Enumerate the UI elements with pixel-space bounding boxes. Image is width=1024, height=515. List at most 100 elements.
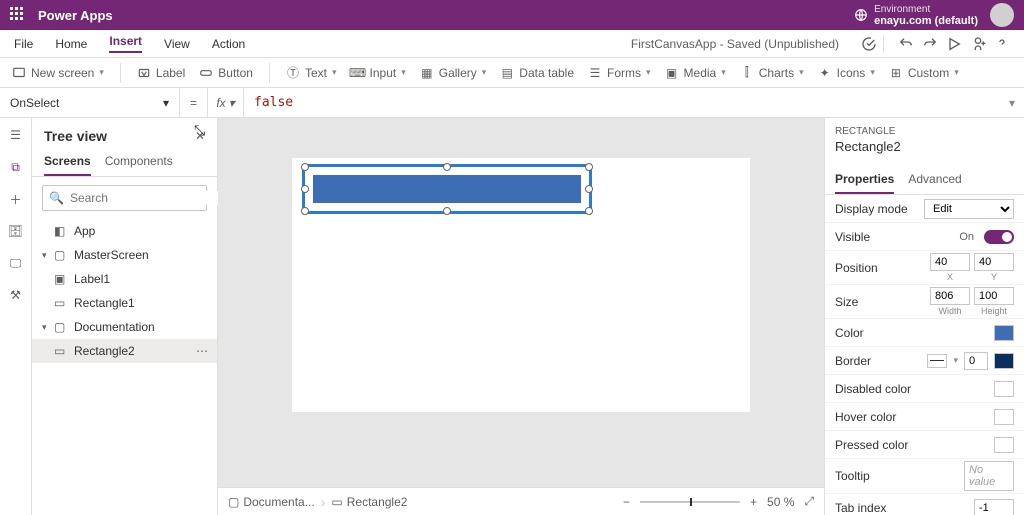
charts-icon: ⫿ (740, 66, 754, 80)
advanced-tools-icon[interactable]: ⚒ (7, 286, 25, 304)
input-icon: ⌨ (351, 66, 365, 80)
data-pane-icon[interactable]: 🗄 (7, 222, 25, 240)
play-icon[interactable] (946, 36, 962, 52)
zoom-level: 50 % (767, 495, 794, 509)
chevron-down-icon: ▾ (163, 96, 169, 110)
formula-bar: OnSelect ▾ = fx▾ false ▾ (0, 88, 1024, 118)
app-checker-icon[interactable] (861, 36, 877, 52)
menu-insert[interactable]: Insert (109, 34, 142, 53)
rectangle-icon: ▭ (54, 344, 68, 358)
zoom-in-button[interactable]: + (750, 495, 757, 509)
breadcrumb-screen[interactable]: ▢Documenta... (228, 495, 315, 509)
app-launcher-icon[interactable] (10, 7, 26, 23)
tab-properties[interactable]: Properties (835, 166, 894, 194)
tree-node-rectangle2[interactable]: ▭Rectangle2⋯ (32, 339, 217, 363)
prop-hover-color: Hover color (825, 403, 1024, 431)
disabled-color-picker[interactable] (994, 381, 1014, 397)
undo-icon[interactable] (898, 36, 914, 52)
color-picker[interactable] (994, 325, 1014, 341)
resize-handle-e[interactable] (585, 185, 593, 193)
resize-handle-n[interactable] (443, 163, 451, 171)
hamburger-icon[interactable]: ☰ (7, 126, 25, 144)
icons-menu[interactable]: ✦Icons▾ (818, 66, 875, 80)
resize-handle-w[interactable] (301, 185, 309, 193)
text-menu[interactable]: ⓉText▾ (286, 66, 337, 80)
input-menu[interactable]: ⌨Input▾ (351, 66, 406, 80)
tree-node-documentation[interactable]: ▾▢Documentation (32, 315, 217, 339)
resize-handle-nw[interactable] (301, 163, 309, 171)
menu-view[interactable]: View (164, 37, 190, 51)
hover-color-picker[interactable] (994, 409, 1014, 425)
gallery-menu[interactable]: ▦Gallery▾ (420, 66, 487, 80)
datatable-button[interactable]: ▤Data table (500, 66, 574, 80)
close-tree-icon[interactable]: ✕ (195, 129, 205, 143)
forms-icon: ☰ (588, 66, 602, 80)
tab-advanced[interactable]: Advanced (908, 166, 961, 194)
border-width-input[interactable] (964, 352, 988, 370)
border-style-picker[interactable] (927, 354, 947, 368)
screen-canvas[interactable] (292, 158, 750, 412)
menu-action[interactable]: Action (212, 37, 245, 51)
equals-label: = (180, 88, 208, 118)
redo-icon[interactable] (922, 36, 938, 52)
tree-node-app[interactable]: ◧App (32, 219, 217, 243)
formula-expand-icon[interactable]: ▾ (1000, 96, 1024, 110)
selected-rectangle[interactable] (302, 164, 592, 214)
pressed-color-picker[interactable] (994, 437, 1014, 453)
tree-title: Tree view (44, 128, 107, 144)
new-screen-button[interactable]: New screen▾ (12, 66, 104, 80)
share-icon[interactable] (970, 36, 986, 52)
fit-to-screen-icon[interactable]: ⤢ (804, 494, 814, 509)
datatable-icon: ▤ (500, 66, 514, 80)
menu-file[interactable]: File (14, 37, 33, 51)
zoom-out-button[interactable]: − (623, 495, 630, 509)
tab-components[interactable]: Components (105, 148, 173, 176)
position-y-input[interactable] (974, 253, 1014, 271)
tab-index-input[interactable] (974, 499, 1014, 515)
width-input[interactable] (930, 287, 970, 305)
tree-node-rectangle1[interactable]: ▭Rectangle1 (32, 291, 217, 315)
fx-button[interactable]: fx▾ (208, 88, 244, 118)
tab-screens[interactable]: Screens (44, 148, 91, 176)
property-selector[interactable]: OnSelect ▾ (0, 88, 180, 118)
visible-toggle[interactable] (984, 230, 1014, 244)
media-pane-icon[interactable]: 🖵 (7, 254, 25, 272)
more-icon[interactable]: ⋯ (196, 344, 209, 358)
tree-view-icon[interactable]: ⧉ (7, 158, 25, 176)
border-color-picker[interactable] (994, 353, 1014, 369)
gallery-icon: ▦ (420, 66, 434, 80)
tree-node-label1[interactable]: ▣Label1 (32, 267, 217, 291)
resize-handle-ne[interactable] (585, 163, 593, 171)
rectangle-icon: ▭ (54, 296, 68, 310)
control-type-label: RECTANGLE (835, 126, 1014, 137)
insert-pane-icon[interactable]: ＋ (7, 190, 25, 208)
search-box[interactable]: 🔍 (42, 185, 207, 211)
resize-handle-s[interactable] (443, 207, 451, 215)
label-button[interactable]: Label (137, 66, 185, 80)
tree-node-masterscreen[interactable]: ▾▢MasterScreen (32, 243, 217, 267)
prop-display-mode: Display mode Edit (825, 195, 1024, 223)
avatar[interactable] (990, 3, 1014, 27)
media-menu[interactable]: ▣Media▾ (665, 66, 726, 80)
forms-menu[interactable]: ☰Forms▾ (588, 66, 651, 80)
zoom-slider[interactable] (640, 501, 740, 503)
height-input[interactable] (974, 287, 1014, 305)
position-x-input[interactable] (930, 253, 970, 271)
tooltip-input[interactable]: No value (964, 461, 1014, 491)
search-input[interactable] (70, 191, 225, 205)
custom-menu[interactable]: ⊞Custom▾ (889, 66, 959, 80)
display-mode-select[interactable]: Edit (924, 199, 1014, 219)
tree-panel: Tree view ✕ Screens Components 🔍 ◧App ▾▢… (32, 118, 218, 515)
menu-home[interactable]: Home (55, 37, 87, 51)
resize-handle-sw[interactable] (301, 207, 309, 215)
environment-selector[interactable]: Environment enayu.com (default) (854, 4, 978, 27)
icons-icon: ✦ (818, 66, 832, 80)
button-button[interactable]: Button (199, 66, 253, 80)
formula-input[interactable]: false (244, 88, 1000, 118)
charts-menu[interactable]: ⫿Charts▾ (740, 66, 804, 80)
prop-tooltip: Tooltip No value (825, 459, 1024, 494)
breadcrumb-control[interactable]: ▭Rectangle2 (331, 495, 407, 509)
help-icon[interactable] (994, 36, 1010, 52)
control-name[interactable]: Rectangle2 (835, 139, 1014, 154)
resize-handle-se[interactable] (585, 207, 593, 215)
